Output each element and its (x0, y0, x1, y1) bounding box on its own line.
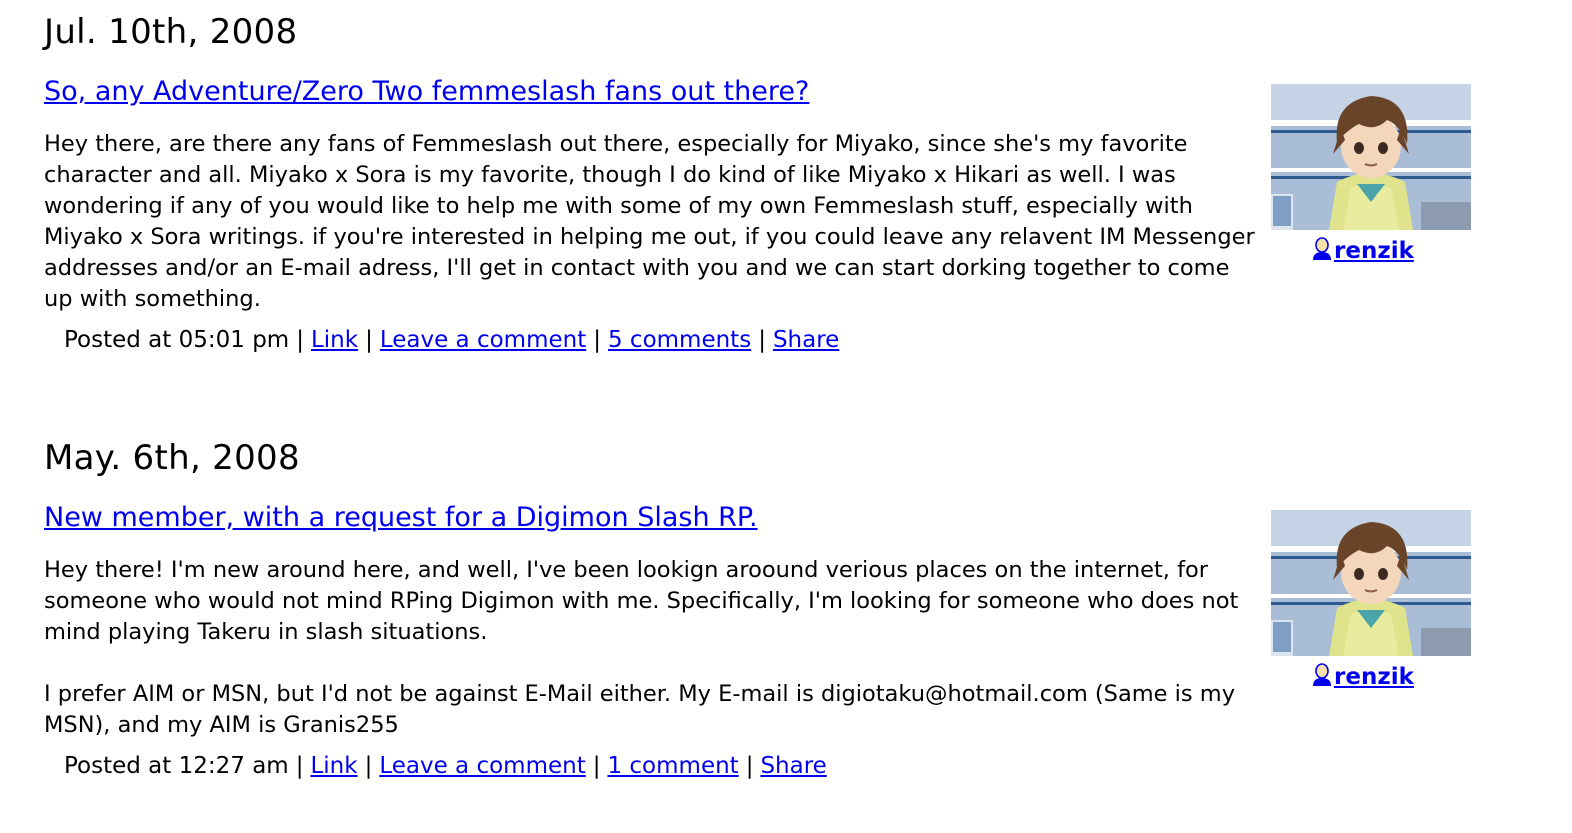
user-head-icon[interactable] (1312, 237, 1332, 268)
separator: | (593, 327, 601, 353)
separator: | (745, 753, 754, 779)
entry-author: renzik (1312, 237, 1414, 268)
entry-footer: Posted at 12:27 am | Link | Leave a comment |… (64, 751, 827, 781)
entry-paragraph: I prefer AIM or MSN, but I'd not be agai… (44, 681, 1236, 738)
username-link[interactable]: renzik (1334, 664, 1414, 690)
entry-paragraph: Hey there, are there any fans of Femmesl… (44, 131, 1255, 312)
userpic-avatar[interactable] (1271, 84, 1471, 230)
leave-comment-link[interactable]: Leave a comment (379, 753, 585, 779)
share-link[interactable]: Share (760, 753, 826, 779)
share-link[interactable]: Share (773, 327, 839, 353)
link-link[interactable]: Link (311, 327, 358, 353)
posted-time: Posted at 05:01 pm (64, 327, 290, 353)
userpic-avatar[interactable] (1271, 510, 1471, 656)
entry-paragraph: Hey there! I'm new around here, and well… (44, 557, 1239, 645)
entry-body: Hey there! I'm new around here, and well… (44, 555, 1264, 741)
user-head-icon[interactable] (1312, 663, 1332, 694)
journal-entry: Jul. 10th, 2008 So, any Adventure/Zero T… (44, 12, 1474, 372)
link-link[interactable]: Link (310, 753, 357, 779)
comments-link[interactable]: 5 comments (608, 327, 751, 353)
comments-link[interactable]: 1 comment (607, 753, 738, 779)
entry-date: May. 6th, 2008 (44, 438, 300, 478)
entry-footer: Posted at 05:01 pm | Link | Leave a comment |… (64, 325, 839, 355)
separator: | (295, 753, 304, 779)
posted-time: Posted at 12:27 am (64, 753, 289, 779)
separator: | (364, 753, 373, 779)
entry-subject-link[interactable]: New member, with a request for a Digimon… (44, 502, 758, 534)
journal-entry: May. 6th, 2008 New member, with a reques… (44, 438, 1474, 818)
separator: | (592, 753, 601, 779)
leave-comment-link[interactable]: Leave a comment (380, 327, 586, 353)
entry-date: Jul. 10th, 2008 (44, 12, 298, 52)
userpic-image (1271, 84, 1471, 230)
userpic-image (1271, 510, 1471, 656)
username-link[interactable]: renzik (1334, 238, 1414, 264)
separator: | (296, 327, 304, 353)
entry-subject-link[interactable]: So, any Adventure/Zero Two femmeslash fa… (44, 76, 809, 108)
separator: | (365, 327, 373, 353)
entry-author: renzik (1312, 663, 1414, 694)
entry-body: Hey there, are there any fans of Femmesl… (44, 129, 1264, 315)
separator: | (758, 327, 766, 353)
